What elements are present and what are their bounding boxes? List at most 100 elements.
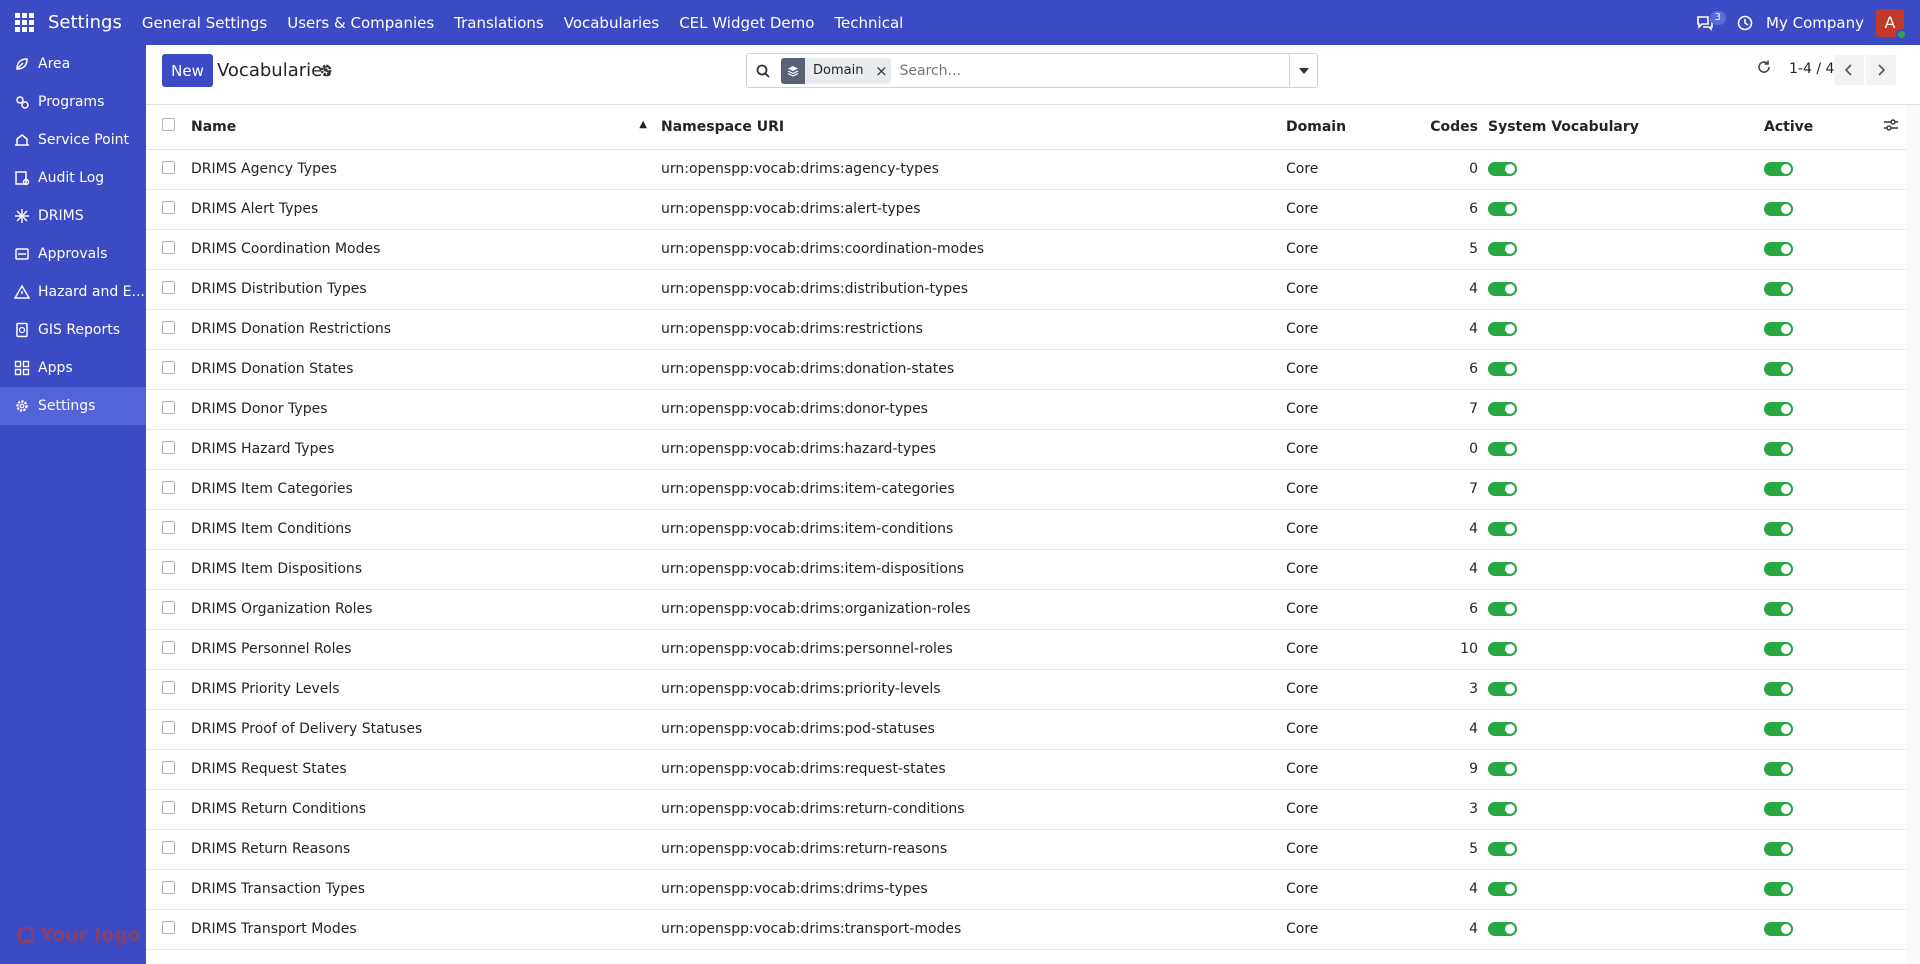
cell-codes[interactable]: 7 [1406,469,1484,510]
refresh-icon[interactable] [1756,59,1772,79]
pager-next-button[interactable] [1866,55,1896,85]
top-menu-item-4[interactable]: CEL Widget Demo [679,14,814,32]
cell-namespace[interactable]: urn:openspp:vocab:drims:personnel-roles [661,629,1286,670]
table-row[interactable]: DRIMS Request States urn:openspp:vocab:dr… [146,749,1906,790]
cell-domain[interactable]: Core [1286,549,1406,590]
system-vocabulary-toggle[interactable] [1488,362,1517,376]
active-toggle[interactable] [1764,682,1793,696]
cell-name[interactable]: DRIMS Item Categories [191,469,661,510]
cell-name[interactable]: DRIMS Personnel Roles [191,629,661,670]
cell-codes[interactable]: 4 [1406,869,1484,910]
cell-namespace[interactable]: urn:openspp:vocab:drims:donation-states [661,349,1286,390]
active-toggle[interactable] [1764,402,1793,416]
cell-codes[interactable]: 4 [1406,909,1484,950]
table-row[interactable]: DRIMS Item Conditions urn:openspp:vocab:d… [146,509,1906,550]
row-checkbox[interactable] [162,320,175,334]
cell-codes[interactable]: 4 [1406,549,1484,590]
cell-namespace[interactable]: urn:openspp:vocab:drims:hazard-types [661,429,1286,470]
cell-codes[interactable]: 5 [1406,229,1484,270]
system-vocabulary-toggle[interactable] [1488,562,1517,576]
active-toggle[interactable] [1764,802,1793,816]
column-header-domain[interactable]: Domain [1286,105,1406,150]
cell-name[interactable]: DRIMS Hazard Types [191,429,661,470]
active-toggle[interactable] [1764,602,1793,616]
system-vocabulary-toggle[interactable] [1488,482,1517,496]
optional-columns-icon[interactable] [1884,119,1898,135]
sidebar-item-programs[interactable]: Programs [0,83,146,121]
row-checkbox[interactable] [162,200,175,214]
cell-domain[interactable]: Core [1286,589,1406,630]
cell-namespace[interactable]: urn:openspp:vocab:drims:restrictions [661,309,1286,350]
active-toggle[interactable] [1764,642,1793,656]
table-row[interactable]: DRIMS Return Conditions urn:openspp:vocab… [146,789,1906,830]
system-vocabulary-toggle[interactable] [1488,882,1517,896]
cell-domain[interactable]: Core [1286,189,1406,230]
row-checkbox[interactable] [162,520,175,534]
row-checkbox[interactable] [162,840,175,854]
cell-domain[interactable]: Core [1286,469,1406,510]
top-menu-item-0[interactable]: General Settings [142,14,267,32]
cell-domain[interactable]: Core [1286,229,1406,270]
top-menu-item-5[interactable]: Technical [834,14,903,32]
sidebar-item-hazard-and-e[interactable]: Hazard and E... [0,273,146,311]
active-toggle[interactable] [1764,482,1793,496]
sidebar-item-apps[interactable]: Apps [0,349,146,387]
cell-domain[interactable]: Core [1286,309,1406,350]
system-vocabulary-toggle[interactable] [1488,922,1517,936]
active-toggle[interactable] [1764,722,1793,736]
cell-name[interactable]: DRIMS Item Dispositions [191,549,661,590]
cell-domain[interactable]: Core [1286,509,1406,550]
cell-codes[interactable]: 6 [1406,189,1484,230]
table-row[interactable]: DRIMS Donation Restrictions urn:openspp:v… [146,309,1906,350]
cell-domain[interactable]: Core [1286,269,1406,310]
system-vocabulary-toggle[interactable] [1488,442,1517,456]
cell-namespace[interactable]: urn:openspp:vocab:drims:coordination-mod… [661,229,1286,270]
cell-name[interactable]: DRIMS Donation States [191,349,661,390]
top-menu-item-1[interactable]: Users & Companies [287,14,434,32]
column-header-system[interactable]: System Vocabulary [1484,105,1764,150]
facet-close-icon[interactable]: × [871,62,891,80]
system-vocabulary-toggle[interactable] [1488,242,1517,256]
search-input[interactable] [899,62,1290,79]
active-toggle[interactable] [1764,202,1793,216]
cell-namespace[interactable]: urn:openspp:vocab:drims:return-reasons [661,829,1286,870]
cell-name[interactable]: DRIMS Transaction Types [191,869,661,910]
cell-domain[interactable]: Core [1286,749,1406,790]
cell-namespace[interactable]: urn:openspp:vocab:drims:agency-types [661,149,1286,190]
cell-domain[interactable]: Core [1286,149,1406,190]
table-row[interactable]: DRIMS Proof of Delivery Statuses urn:open… [146,709,1906,750]
cell-codes[interactable]: 5 [1406,829,1484,870]
company-switcher[interactable]: My Company [1766,14,1864,32]
row-checkbox[interactable] [162,280,175,294]
row-checkbox[interactable] [162,800,175,814]
row-checkbox[interactable] [162,600,175,614]
cell-domain[interactable]: Core [1286,669,1406,710]
active-toggle[interactable] [1764,362,1793,376]
table-row[interactable]: DRIMS Hazard Types urn:openspp:vocab:drim… [146,429,1906,470]
system-vocabulary-toggle[interactable] [1488,322,1517,336]
cell-codes[interactable]: 4 [1406,269,1484,310]
table-row[interactable]: DRIMS Coordination Modes urn:openspp:voca… [146,229,1906,270]
cell-namespace[interactable]: urn:openspp:vocab:drims:distribution-typ… [661,269,1286,310]
cell-name[interactable]: DRIMS Alert Types [191,189,661,230]
cell-namespace[interactable]: urn:openspp:vocab:drims:donor-types [661,389,1286,430]
cell-name[interactable]: DRIMS Donation Restrictions [191,309,661,350]
table-row[interactable]: DRIMS Donor Types urn:openspp:vocab:drims… [146,389,1906,430]
row-checkbox[interactable] [162,360,175,374]
cell-codes[interactable]: 3 [1406,669,1484,710]
system-vocabulary-toggle[interactable] [1488,762,1517,776]
cell-name[interactable]: DRIMS Return Reasons [191,829,661,870]
cell-name[interactable]: DRIMS Donor Types [191,389,661,430]
active-toggle[interactable] [1764,522,1793,536]
system-vocabulary-toggle[interactable] [1488,282,1517,296]
cell-codes[interactable]: 4 [1406,309,1484,350]
active-toggle[interactable] [1764,162,1793,176]
scrollbar-track[interactable] [1906,105,1920,964]
search-icon[interactable] [747,64,779,78]
system-vocabulary-toggle[interactable] [1488,722,1517,736]
system-vocabulary-toggle[interactable] [1488,162,1517,176]
table-row[interactable]: DRIMS Personnel Roles urn:openspp:vocab:d… [146,629,1906,670]
active-toggle[interactable] [1764,562,1793,576]
pager-previous-button[interactable] [1834,55,1864,85]
system-vocabulary-toggle[interactable] [1488,402,1517,416]
